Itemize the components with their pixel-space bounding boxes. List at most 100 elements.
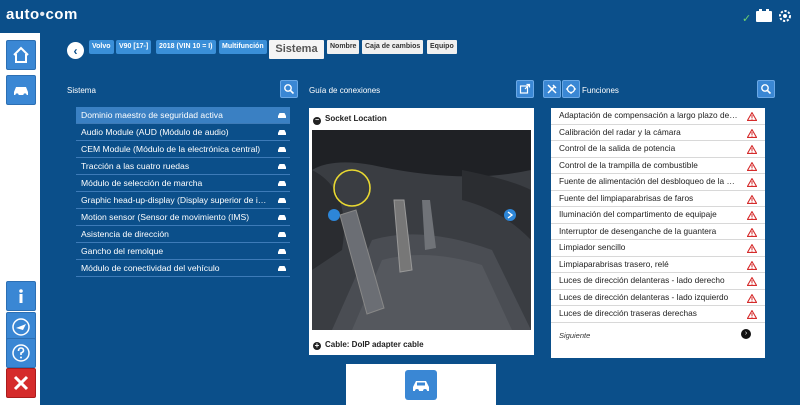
sistema-item[interactable]: Graphic head-up-display (Display superio… (76, 192, 290, 209)
sistema-item[interactable]: Audio Module (AUD (Módulo de audio) (76, 124, 290, 141)
sistema-item-label: Motion sensor (Sensor de movimiento (IMS… (81, 212, 250, 222)
external-link-icon (519, 83, 531, 94)
vehicle-diagnostic-button[interactable] (6, 75, 36, 105)
funcion-item-label: Luces de dirección traseras derechas (559, 308, 697, 318)
guia-open-button[interactable] (516, 80, 534, 98)
back-button[interactable]: ‹ (67, 42, 84, 59)
funcion-item-label: Luces de dirección delanteras - lado izq… (559, 291, 729, 302)
funcion-item-label: Limpiaparabrisas trasero, relé (559, 258, 669, 269)
help-icon (12, 344, 30, 362)
vehicle-module-icon (278, 113, 286, 118)
funcion-item[interactable]: Control de la trampilla de combustible (551, 158, 765, 174)
info-button[interactable] (6, 281, 36, 311)
cable-label: Cable: DoIP adapter cable (325, 340, 424, 349)
breadcrumb-category[interactable]: Multifunción (219, 40, 267, 54)
funciones-panel: Adaptación de compensación a largo plazo… (551, 108, 765, 358)
battery-icon (756, 9, 772, 22)
funcion-item[interactable]: Luces de dirección traseras derechas (551, 306, 765, 323)
funcion-item[interactable]: Luces de dirección delanteras - lado der… (551, 273, 765, 290)
settings-gear-icon[interactable] (776, 7, 794, 25)
vehicle-module-icon (278, 232, 286, 237)
close-icon (13, 375, 29, 391)
breadcrumb-make[interactable]: Volvo (89, 40, 114, 54)
vehicle-module-icon (278, 266, 286, 271)
warning-icon (747, 178, 757, 187)
sistema-item[interactable]: Módulo de conectividad del vehículo (76, 260, 290, 277)
sistema-item[interactable]: Módulo de selección de marcha (76, 175, 290, 192)
cable-header[interactable]: + Cable: DoIP adapter cable (309, 334, 534, 355)
home-button[interactable] (6, 40, 36, 70)
sistema-list: Dominio maestro de seguridad activa Audio… (76, 107, 290, 277)
funcion-item-label: Interruptor de desenganche de la guanter… (559, 225, 717, 236)
funciones-list: Adaptación de compensación a largo plazo… (551, 108, 765, 323)
warning-icon (747, 244, 757, 253)
warning-icon (747, 310, 757, 319)
footwell-photo (312, 130, 531, 330)
sistema-search-button[interactable] (280, 80, 298, 98)
vehicle-module-icon (278, 181, 286, 186)
breadcrumb-equipo[interactable]: Equipo (427, 40, 457, 54)
info-icon (19, 289, 23, 303)
sistema-item-label: Tracción a las cuatro ruedas (81, 161, 190, 171)
left-toolbar (0, 33, 40, 405)
funcion-item[interactable]: Calibración del radar y la cámara (551, 125, 765, 141)
funcion-item[interactable]: Luces de dirección delanteras - lado izq… (551, 290, 765, 306)
sistema-item-label: Módulo de selección de marcha (81, 178, 203, 188)
funcion-item-label: Fuente de alimentación del desbloqueo de… (559, 176, 739, 186)
home-icon (13, 46, 29, 63)
funciones-search-button[interactable] (757, 80, 775, 98)
funcion-item[interactable]: Control de la salida de potencia (551, 141, 765, 158)
sistema-item[interactable]: Asistencia de dirección (76, 226, 290, 243)
warning-icon (747, 145, 757, 154)
funcion-item[interactable]: Fuente de alimentación del desbloqueo de… (551, 174, 765, 191)
collapse-icon: − (313, 117, 321, 125)
funcion-item[interactable]: Iluminación del compartimento de equipaj… (551, 207, 765, 224)
sistema-item[interactable]: Motion sensor (Sensor de movimiento (IMS… (76, 209, 290, 226)
sistema-item-label: CEM Module (Módulo de la electrónica cen… (81, 144, 261, 154)
sistema-item-label: Módulo de conectividad del vehículo (81, 263, 220, 273)
sistema-item-label: Asistencia de dirección (81, 229, 169, 239)
funcion-item[interactable]: Fuente del limpiaparabrisas de faros (551, 191, 765, 207)
vehicle-scan-button[interactable] (405, 370, 437, 400)
sistema-item-label: Graphic head-up-display (Display superio… (81, 195, 267, 205)
next-arrow-icon[interactable]: › (741, 329, 751, 339)
sistema-item[interactable]: CEM Module (Módulo de la electrónica cen… (76, 141, 290, 158)
warning-icon (747, 260, 757, 270)
exit-button[interactable] (6, 368, 36, 398)
socket-location-header[interactable]: − Socket Location (309, 108, 534, 130)
breadcrumb-model[interactable]: V90 [17-] (116, 40, 152, 54)
tools-icon (547, 84, 557, 94)
socket-location-image (312, 130, 531, 330)
connection-guide-panel: − Socket Location + Cable: DoIP adapter ca… (309, 108, 534, 355)
help-button[interactable] (6, 338, 36, 368)
funcion-item[interactable]: Limpiaparabrisas trasero, relé (551, 257, 765, 273)
funcion-item[interactable]: Limpiador sencillo (551, 240, 765, 257)
breadcrumb-year[interactable]: 2018 (VIN 10 = I) (156, 40, 216, 54)
search-icon (284, 84, 295, 95)
sistema-item[interactable]: Gancho del remolque (76, 243, 290, 260)
warning-icon (747, 227, 757, 237)
next-page-link[interactable]: Siguiente (559, 331, 590, 340)
vehicle-module-icon (278, 130, 286, 135)
vehicle-action-panel (346, 364, 496, 405)
warning-icon (747, 211, 757, 220)
calibration-button[interactable] (562, 80, 580, 98)
warning-icon (747, 128, 757, 138)
search-icon (761, 84, 772, 95)
vehicle-module-icon (278, 215, 286, 220)
vehicle-module-icon (278, 249, 286, 254)
socket-location-label: Socket Location (325, 114, 387, 123)
funcion-item[interactable]: Interruptor de desenganche de la guanter… (551, 224, 765, 240)
funcion-item-label: Calibración del radar y la cámara (559, 126, 681, 137)
funciones-title: Funciones (582, 86, 619, 95)
sistema-item[interactable]: Dominio maestro de seguridad activa (76, 107, 290, 124)
vehicle-diagnostic-icon (14, 87, 28, 97)
breadcrumb-nombre[interactable]: Nombre (327, 40, 360, 54)
tools-button[interactable] (543, 80, 561, 98)
vehicle-module-icon (278, 198, 286, 203)
funcion-item[interactable]: Adaptación de compensación a largo plazo… (551, 108, 765, 125)
funcion-item-label: Control de la trampilla de combustible (559, 159, 698, 170)
breadcrumb-caja-de-cambios[interactable]: Caja de cambios (362, 40, 424, 54)
sistema-item[interactable]: Tracción a las cuatro ruedas (76, 158, 290, 175)
warning-icon (747, 277, 757, 286)
